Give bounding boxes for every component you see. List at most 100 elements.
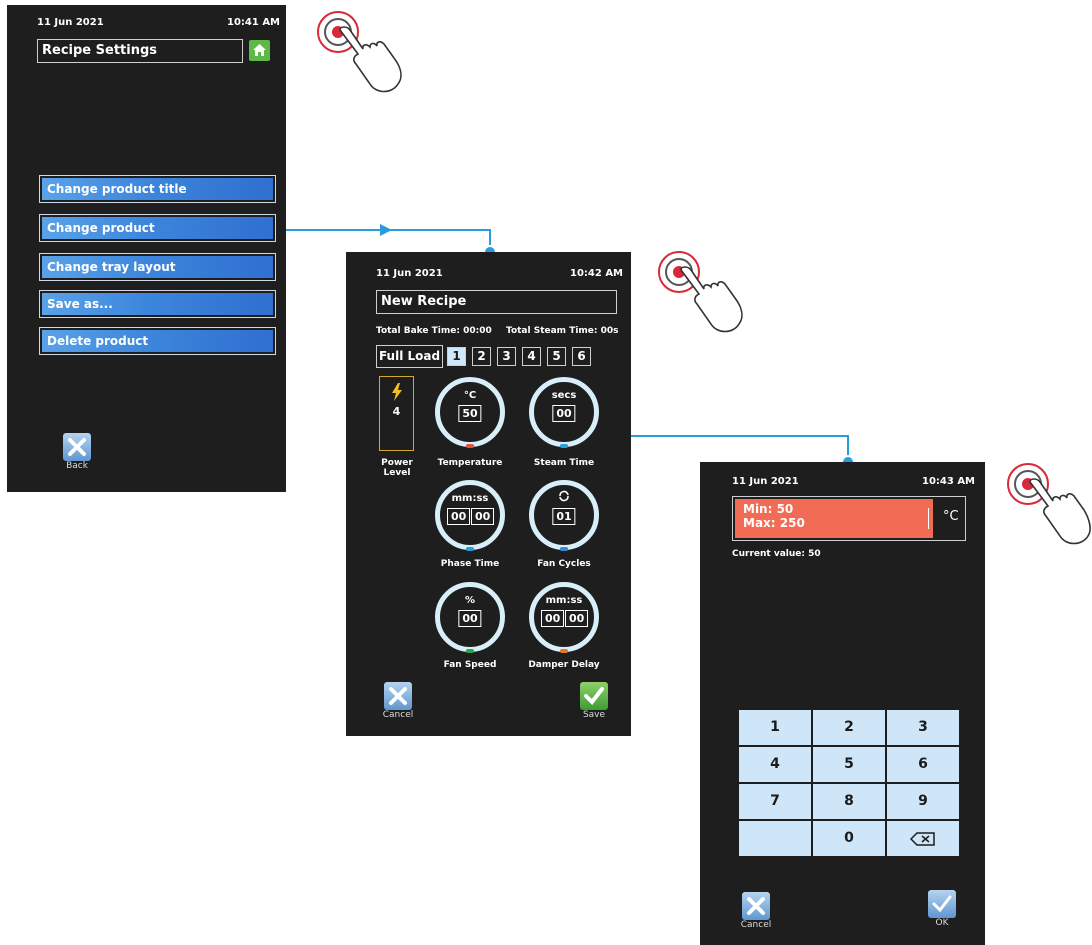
dial-unit: mm:ss [451,493,489,504]
close-icon [63,433,91,461]
check-icon [580,682,608,710]
key-1[interactable]: 1 [739,710,811,745]
total-bake-time: Total Bake Time: 00:00 [376,326,492,336]
steam-time-dial[interactable]: secs 00 [529,377,599,448]
cancel-label: Cancel [382,710,414,720]
back-label: Back [66,461,88,471]
dial-label: Steam Time [533,458,595,468]
refresh-icon [559,490,569,502]
dial-label: Phase Time [440,559,500,569]
ok-label: OK [935,918,949,928]
key-7[interactable]: 7 [739,784,811,819]
dial-label: Fan Cycles [537,559,591,569]
tab-6[interactable]: 6 [572,347,591,366]
dial-value: 00 [458,610,482,627]
tap-gesture-icon [1007,463,1091,545]
dial-unit: secs [551,390,577,401]
text-cursor [928,508,929,529]
menu-label: Change product title [42,178,273,200]
dial-unit: °C [463,390,477,401]
time-label: 10:41 AM [227,17,281,28]
key-0[interactable]: 0 [813,821,885,856]
key-3[interactable]: 3 [887,710,959,745]
tab-1[interactable]: 1 [447,347,466,366]
date-label: 11 Jun 2021 [732,476,799,487]
date-label: 11 Jun 2021 [37,17,104,28]
delete-product-button[interactable]: Delete product [39,327,276,355]
cancel-button[interactable]: Cancel [738,892,774,930]
change-product-button[interactable]: Change product [39,214,276,242]
change-tray-layout-button[interactable]: Change tray layout [39,253,276,281]
tab-2[interactable]: 2 [472,347,491,366]
home-button[interactable] [249,40,270,61]
dial-value-minutes: 00 [447,508,471,525]
max-label: Max: 250 [743,516,805,530]
dial-value-seconds: 00 [565,610,589,627]
temperature-dial[interactable]: °C 50 [435,377,505,448]
range-display: Min: 50 Max: 250 [735,499,933,538]
key-8[interactable]: 8 [813,784,885,819]
key-5[interactable]: 5 [813,747,885,782]
key-4[interactable]: 4 [739,747,811,782]
power-level-label: Power Level [381,458,413,478]
dial-indicator [466,444,474,448]
menu-label: Save as... [42,293,273,315]
ok-button[interactable]: OK [924,890,960,928]
key-2[interactable]: 2 [813,710,885,745]
close-icon [742,892,770,920]
fan-speed-dial[interactable]: % 00 [435,582,505,653]
new-recipe-screen: 11 Jun 2021 10:42 AM New Recipe Total Ba… [346,252,631,736]
tap-gesture-icon [658,251,743,333]
phase-time-dial[interactable]: mm:ss 00 00 [435,480,505,551]
power-value: 4 [392,405,401,418]
recipe-settings-screen: 11 Jun 2021 10:41 AM Recipe Settings Cha… [7,5,286,492]
time-label: 10:42 AM [570,268,624,279]
dial-indicator [560,444,568,448]
dial-label: Fan Speed [443,660,497,670]
tab-3[interactable]: 3 [497,347,516,366]
time-label: 10:43 AM [922,476,976,487]
damper-delay-dial[interactable]: mm:ss 00 00 [529,582,599,653]
dial-indicator [560,649,568,653]
tap-gesture-icon [317,11,402,93]
unit-label: °C [943,509,959,524]
close-icon [384,682,412,710]
backspace-icon [909,832,935,846]
backspace-key[interactable] [887,821,959,856]
menu-label: Change product [42,217,273,239]
tab-4[interactable]: 4 [522,347,541,366]
change-product-title-button[interactable]: Change product title [39,175,276,203]
cancel-label: Cancel [740,920,772,930]
dial-unit: mm:ss [545,595,583,606]
cancel-button[interactable]: Cancel [380,682,416,720]
full-load-button[interactable]: Full Load [376,345,443,368]
dial-value: 01 [552,508,576,525]
total-steam-time: Total Steam Time: 00s [506,326,619,336]
menu-label: Delete product [42,330,273,352]
dial-value: 50 [458,405,482,422]
dial-indicator [466,547,474,551]
value-input[interactable]: Min: 50 Max: 250 °C [732,496,966,541]
fan-cycles-dial[interactable]: 01 [529,480,599,551]
key-9[interactable]: 9 [887,784,959,819]
check-icon [928,890,956,918]
menu-label: Change tray layout [42,256,273,278]
home-icon [253,44,266,56]
lightning-icon [391,383,402,401]
save-button[interactable]: Save [576,682,612,720]
recipe-title-field[interactable]: New Recipe [376,290,617,314]
dial-label: Damper Delay [528,660,600,670]
dial-indicator [560,547,568,551]
dial-indicator [466,649,474,653]
save-as-button[interactable]: Save as... [39,290,276,318]
numeric-entry-screen: 11 Jun 2021 10:43 AM Min: 50 Max: 250 °C… [700,462,985,945]
tab-5[interactable]: 5 [547,347,566,366]
page-title: Recipe Settings [37,39,243,63]
dial-value: 00 [552,405,576,422]
key-blank [739,821,811,856]
dial-value-minutes: 00 [541,610,565,627]
back-button[interactable]: Back [59,433,95,471]
key-6[interactable]: 6 [887,747,959,782]
power-level-box[interactable]: 4 [379,376,414,451]
dial-unit: % [464,595,476,606]
